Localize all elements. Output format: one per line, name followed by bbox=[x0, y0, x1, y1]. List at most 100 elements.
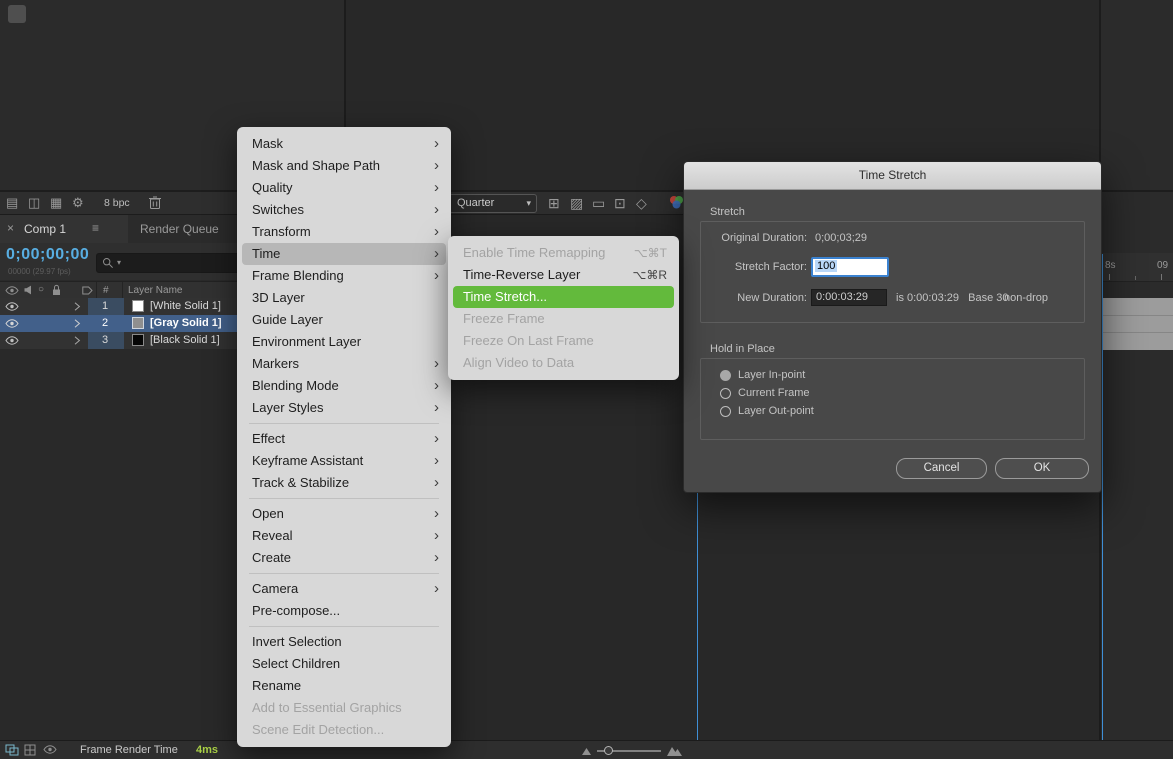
layer-name[interactable]: [Black Solid 1] bbox=[150, 334, 220, 346]
delete-icon[interactable] bbox=[148, 195, 162, 210]
menu-item-rename[interactable]: Rename bbox=[242, 675, 446, 697]
tab-close-icon[interactable]: × bbox=[7, 221, 14, 235]
submenu-arrow-icon: › bbox=[434, 503, 439, 525]
radio-current-frame[interactable]: Current Frame bbox=[720, 387, 810, 399]
interpret-footage-icon[interactable]: ▤ bbox=[6, 196, 18, 209]
expand-chevron-icon[interactable] bbox=[74, 319, 81, 328]
ruler-label-09: 09 bbox=[1157, 260, 1168, 271]
pixel-aspect-icon[interactable]: ◇ bbox=[636, 196, 647, 210]
corner-panel-icon[interactable] bbox=[8, 5, 26, 23]
eye-icon[interactable] bbox=[5, 336, 19, 345]
current-time-indicator-line[interactable] bbox=[1102, 254, 1103, 740]
submenu-arrow-icon: › bbox=[434, 547, 439, 569]
time-submenu: Enable Time Remapping⌥⌘T Time-Reverse La… bbox=[448, 236, 679, 380]
composition-mini-flowchart-icon[interactable] bbox=[5, 744, 19, 756]
submenu-arrow-icon: › bbox=[434, 133, 439, 155]
radio-selected-icon bbox=[720, 370, 731, 381]
new-duration-info: is 0:00:03:29 Base 30 bbox=[896, 292, 1009, 304]
menu-item-3d-layer[interactable]: 3D Layer bbox=[242, 287, 446, 309]
video-column-eye-icon bbox=[5, 286, 19, 295]
menu-item-markers[interactable]: Markers› bbox=[242, 353, 446, 375]
menu-item-guide-layer[interactable]: Guide Layer bbox=[242, 309, 446, 331]
menu-item-blending-mode[interactable]: Blending Mode› bbox=[242, 375, 446, 397]
chevron-down-icon: ▾ bbox=[526, 199, 531, 208]
layer-name[interactable]: [Gray Solid 1] bbox=[150, 317, 222, 329]
menu-item-keyframe-assistant[interactable]: Keyframe Assistant› bbox=[242, 450, 446, 472]
tab-render-queue[interactable]: Render Queue bbox=[140, 222, 219, 236]
layer-swatch[interactable] bbox=[132, 334, 144, 346]
transparency-grid-icon[interactable]: ▨ bbox=[570, 196, 583, 210]
menu-item-track-stabilize[interactable]: Track & Stabilize› bbox=[242, 472, 446, 494]
layer-number: 2 bbox=[102, 317, 108, 329]
layer-name-column-header[interactable]: Layer Name bbox=[128, 285, 182, 296]
current-timecode[interactable]: 0;00;00;00 bbox=[6, 246, 89, 264]
zoom-out-mountain-icon[interactable] bbox=[582, 747, 591, 755]
radio-layer-in-point[interactable]: Layer In-point bbox=[720, 369, 805, 381]
menu-item-switches[interactable]: Switches› bbox=[242, 199, 446, 221]
radio-layer-out-point[interactable]: Layer Out-point bbox=[720, 405, 814, 417]
shortcut-label: ⌥⌘T bbox=[634, 242, 667, 264]
new-composition-icon[interactable]: ▦ bbox=[50, 196, 62, 209]
menu-item-effect[interactable]: Effect› bbox=[242, 428, 446, 450]
ok-button[interactable]: OK bbox=[995, 458, 1089, 479]
menu-item-camera[interactable]: Camera› bbox=[242, 578, 446, 600]
new-duration-field[interactable]: 0:00:03:29 bbox=[811, 289, 887, 306]
menu-item-transform[interactable]: Transform› bbox=[242, 221, 446, 243]
submenu-arrow-icon: › bbox=[434, 243, 439, 265]
hold-group-label: Hold in Place bbox=[710, 343, 775, 355]
channels-rgb-icon[interactable] bbox=[668, 194, 684, 210]
eye-icon[interactable] bbox=[5, 319, 19, 328]
drop-mode-label: non-drop bbox=[1004, 292, 1048, 304]
menu-item-add-to-essential-graphics: Add to Essential Graphics bbox=[242, 697, 446, 719]
zoom-slider-handle[interactable] bbox=[604, 746, 613, 755]
resolution-dropdown[interactable]: Quarter ▾ bbox=[449, 194, 537, 213]
eye-icon[interactable] bbox=[5, 302, 19, 311]
grid-guides-icon[interactable]: ⊞ bbox=[548, 196, 560, 210]
submenu-item-align-video-to-data: Align Video to Data bbox=[453, 352, 674, 374]
menu-item-scene-edit-detection: Scene Edit Detection... bbox=[242, 719, 446, 741]
menu-item-create[interactable]: Create› bbox=[242, 547, 446, 569]
submenu-arrow-icon: › bbox=[434, 525, 439, 547]
menu-item-open[interactable]: Open› bbox=[242, 503, 446, 525]
submenu-item-time-stretch[interactable]: Time Stretch... bbox=[453, 286, 674, 308]
expand-chevron-icon[interactable] bbox=[74, 302, 81, 311]
layer-swatch[interactable] bbox=[132, 317, 144, 329]
menu-item-quality[interactable]: Quality› bbox=[242, 177, 446, 199]
new-folder-icon[interactable]: ◫ bbox=[28, 196, 40, 209]
new-duration-label: New Duration: bbox=[700, 292, 807, 304]
comp-time-indicator-line[interactable] bbox=[697, 491, 698, 759]
preview-eye-icon[interactable] bbox=[43, 745, 57, 754]
menu-item-time[interactable]: Time› bbox=[242, 243, 446, 265]
submenu-item-time-reverse-layer[interactable]: Time-Reverse Layer⌥⌘R bbox=[453, 264, 674, 286]
expand-chevron-icon[interactable] bbox=[74, 336, 81, 345]
submenu-arrow-icon: › bbox=[434, 353, 439, 375]
mask-visibility-icon[interactable]: ▭ bbox=[592, 196, 605, 210]
tab-comp-1[interactable]: × Comp 1 ≡ bbox=[0, 215, 128, 243]
zoom-in-mountain-icon[interactable] bbox=[667, 745, 682, 756]
menu-item-select-children[interactable]: Select Children bbox=[242, 653, 446, 675]
frame-render-time-value: 4ms bbox=[196, 744, 218, 756]
tab-panel-menu-icon[interactable]: ≡ bbox=[92, 221, 99, 235]
menu-item-environment-layer[interactable]: Environment Layer bbox=[242, 331, 446, 353]
bit-depth-label[interactable]: 8 bpc bbox=[104, 197, 130, 209]
grid-icon[interactable] bbox=[24, 744, 36, 756]
project-settings-icon[interactable]: ⚙ bbox=[72, 196, 84, 209]
timeline-ruler[interactable]: 8s 09 bbox=[1101, 253, 1173, 282]
menu-item-mask[interactable]: Mask› bbox=[242, 133, 446, 155]
search-caret-icon[interactable]: ▾ bbox=[117, 259, 121, 267]
menu-item-layer-styles[interactable]: Layer Styles› bbox=[242, 397, 446, 419]
layer-name[interactable]: [White Solid 1] bbox=[150, 300, 221, 312]
menu-item-frame-blending[interactable]: Frame Blending› bbox=[242, 265, 446, 287]
cancel-button[interactable]: Cancel bbox=[896, 458, 987, 479]
menu-item-pre-compose[interactable]: Pre-compose... bbox=[242, 600, 446, 622]
layer-swatch[interactable] bbox=[132, 300, 144, 312]
stretch-factor-input[interactable]: 100 bbox=[811, 257, 889, 277]
menu-item-reveal[interactable]: Reveal› bbox=[242, 525, 446, 547]
region-of-interest-icon[interactable]: ⊡ bbox=[614, 196, 626, 210]
new-duration-value: 0:00:03:29 bbox=[816, 291, 868, 303]
menu-item-invert-selection[interactable]: Invert Selection bbox=[242, 631, 446, 653]
radio-label: Layer Out-point bbox=[738, 405, 814, 417]
submenu-arrow-icon: › bbox=[434, 428, 439, 450]
dialog-title[interactable]: Time Stretch bbox=[684, 162, 1101, 190]
menu-item-mask-and-shape-path[interactable]: Mask and Shape Path› bbox=[242, 155, 446, 177]
